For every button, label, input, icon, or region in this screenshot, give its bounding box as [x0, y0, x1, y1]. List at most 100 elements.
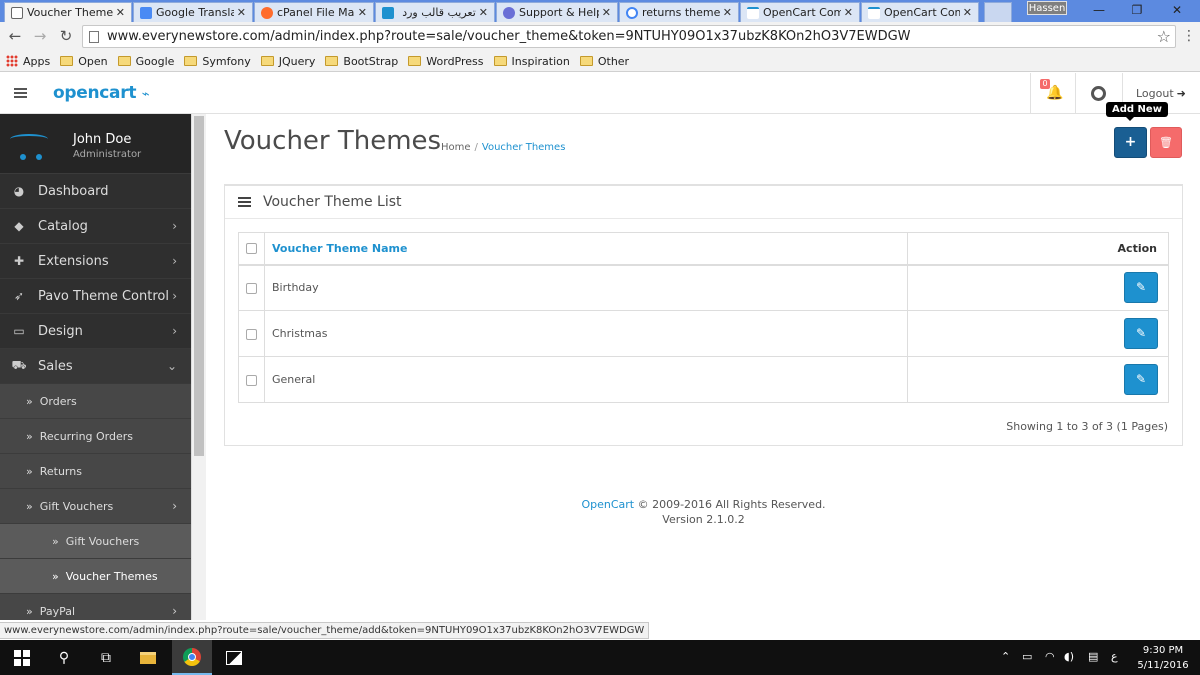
action-center-icon[interactable]: ▤	[1088, 650, 1098, 663]
theme-name-cell: Birthday	[264, 264, 908, 311]
select-all-checkbox[interactable]	[246, 243, 257, 255]
browser-tab-strip: Voucher Theme ✕ Google Translat ✕ cPanel…	[0, 0, 1200, 22]
new-tab-button[interactable]	[984, 2, 1012, 22]
volume-icon[interactable]: ◖)	[1064, 650, 1074, 663]
search-icon[interactable]: ⚲	[44, 640, 84, 675]
start-button[interactable]	[2, 640, 42, 675]
bookmark-folder[interactable]: Google	[117, 55, 174, 68]
file-explorer-icon[interactable]	[128, 640, 168, 675]
edit-button[interactable]: ✎	[1124, 318, 1158, 349]
close-tab-icon[interactable]: ✕	[844, 6, 853, 19]
folder-icon	[184, 56, 198, 66]
breadcrumb-home[interactable]: Home	[441, 142, 471, 153]
battery-icon[interactable]: ▭	[1022, 650, 1032, 663]
browser-tab[interactable]: Google Translat ✕	[133, 2, 253, 22]
apps-grid-icon	[6, 55, 18, 67]
notifications-button[interactable]: 0 🔔	[1040, 79, 1063, 103]
bookmark-folder[interactable]: WordPress	[408, 55, 484, 68]
system-clock[interactable]: 9:30 PM 5/11/2016	[1128, 643, 1198, 673]
forward-arrow-icon[interactable]: →	[31, 27, 49, 45]
sidebar-item-pavo-theme-control[interactable]: ➶ Pavo Theme Control ›	[0, 279, 191, 314]
bookmark-folder[interactable]: Inspiration	[493, 55, 570, 68]
browser-tab[interactable]: OpenCart Com ✕	[740, 2, 860, 22]
browser-tab[interactable]: Support & Help ✕	[496, 2, 618, 22]
url-text[interactable]: www.everynewstore.com/admin/index.php?ro…	[107, 29, 911, 44]
pencil-icon: ✎	[1135, 326, 1147, 340]
close-tab-icon[interactable]: ✕	[479, 6, 488, 19]
photos-icon[interactable]	[214, 640, 254, 675]
profile-button[interactable]: Hassen	[1027, 1, 1067, 15]
bookmark-folder[interactable]: BootStrap	[325, 55, 398, 68]
address-bar[interactable]: www.everynewstore.com/admin/index.php?ro…	[82, 25, 1176, 48]
reload-icon[interactable]: ↻	[57, 27, 75, 45]
sidebar-subitem-voucher-themes[interactable]: » Voucher Themes	[0, 559, 191, 594]
restore-icon[interactable]: ❐	[1120, 0, 1154, 22]
bookmark-folder[interactable]: Symfony	[184, 55, 251, 68]
edit-button[interactable]: ✎	[1124, 364, 1158, 395]
bookmark-folder[interactable]: Other	[579, 55, 629, 68]
browser-tab[interactable]: Voucher Theme ✕	[4, 2, 132, 22]
sidebar-item-design[interactable]: ▭ Design ›	[0, 314, 191, 349]
add-new-button[interactable]: +	[1114, 127, 1147, 158]
opencart-link[interactable]: OpenCart	[581, 498, 634, 511]
cart-logo-icon: ⌁	[141, 87, 150, 102]
browser-tab[interactable]: cPanel File Man ✕	[254, 2, 374, 22]
column-header-name[interactable]: Voucher Theme Name	[264, 232, 908, 266]
delete-button[interactable]: 🗑	[1150, 127, 1182, 158]
menu-toggle-icon[interactable]	[14, 88, 27, 100]
close-window-icon[interactable]: ✕	[1160, 0, 1194, 22]
bookmark-folder[interactable]: JQuery	[260, 55, 315, 68]
browser-tab[interactable]: returns theme ✕	[619, 2, 739, 22]
bookmarks-bar: Apps Open Google Symfony JQuery BootStra…	[0, 51, 1200, 72]
row-checkbox[interactable]	[246, 374, 257, 386]
chrome-menu-icon[interactable]: ⋮	[1182, 28, 1196, 44]
sidebar-subitem-returns[interactable]: » Returns	[0, 454, 191, 489]
wifi-icon[interactable]: ◠	[1045, 650, 1055, 663]
close-tab-icon[interactable]: ✕	[237, 6, 246, 19]
close-tab-icon[interactable]: ✕	[723, 6, 732, 19]
bookmark-folder[interactable]: Open	[60, 55, 108, 68]
edit-button[interactable]: ✎	[1124, 272, 1158, 304]
breadcrumb-current[interactable]: Voucher Themes	[482, 142, 566, 153]
bookmark-apps[interactable]: Apps	[6, 55, 50, 68]
chrome-taskbar-icon[interactable]	[172, 640, 212, 675]
back-arrow-icon[interactable]: ←	[6, 27, 24, 45]
header-divider	[1075, 73, 1076, 114]
minimize-icon[interactable]: —	[1082, 0, 1116, 22]
logout-link[interactable]: Logout ➜	[1136, 87, 1186, 100]
dashboard-icon: ◕	[13, 184, 25, 198]
scrollbar-thumb[interactable]	[194, 116, 204, 456]
opencart-logo[interactable]: opencart ⌁	[53, 83, 150, 103]
row-checkbox[interactable]	[246, 282, 257, 294]
page-info-icon[interactable]	[89, 30, 99, 43]
sidebar-item-extensions[interactable]: ✚ Extensions ›	[0, 244, 191, 279]
sidebar-subitem-gift-vouchers[interactable]: » Gift Vouchers ›	[0, 489, 191, 524]
row-checkbox-cell	[238, 310, 265, 357]
table-row: Christmas ✎	[238, 310, 1169, 357]
sidebar-item-sales[interactable]: ⛟ Sales ⌄	[0, 349, 191, 384]
close-tab-icon[interactable]: ✕	[602, 6, 611, 19]
task-view-icon[interactable]: ⧉	[86, 640, 126, 675]
close-tab-icon[interactable]: ✕	[358, 6, 367, 19]
sidebar-subitem-orders[interactable]: » Orders	[0, 384, 191, 419]
sidebar-item-dashboard[interactable]: ◕ Dashboard	[0, 174, 191, 209]
user-name[interactable]: John Doe	[73, 132, 131, 147]
pencil-icon: ✎	[1135, 280, 1147, 295]
list-icon	[238, 196, 251, 208]
close-tab-icon[interactable]: ✕	[963, 6, 972, 19]
add-new-tooltip: Add New	[1106, 102, 1168, 121]
browser-tab[interactable]: تعريب قالب ورد ✕	[375, 2, 495, 22]
bookmark-star-icon[interactable]: ☆	[1157, 27, 1171, 46]
browser-tab[interactable]: OpenCart Com ✕	[861, 2, 979, 22]
row-checkbox[interactable]	[246, 328, 257, 340]
sidebar-subitem-gift-vouchers-list[interactable]: » Gift Vouchers	[0, 524, 191, 559]
sidebar-subitem-recurring-orders[interactable]: » Recurring Orders	[0, 419, 191, 454]
help-lifebuoy-icon[interactable]	[1091, 86, 1106, 101]
sidebar-subitem-paypal[interactable]: » PayPal ›	[0, 594, 191, 620]
show-hidden-icons-icon[interactable]: ⌃	[1001, 650, 1010, 663]
folder-icon	[260, 56, 274, 66]
sidebar-item-catalog[interactable]: ◆ Catalog ›	[0, 209, 191, 244]
close-tab-icon[interactable]: ✕	[116, 6, 125, 19]
input-language[interactable]: ع	[1111, 650, 1118, 663]
sidebar-scrollbar[interactable]	[191, 114, 206, 620]
